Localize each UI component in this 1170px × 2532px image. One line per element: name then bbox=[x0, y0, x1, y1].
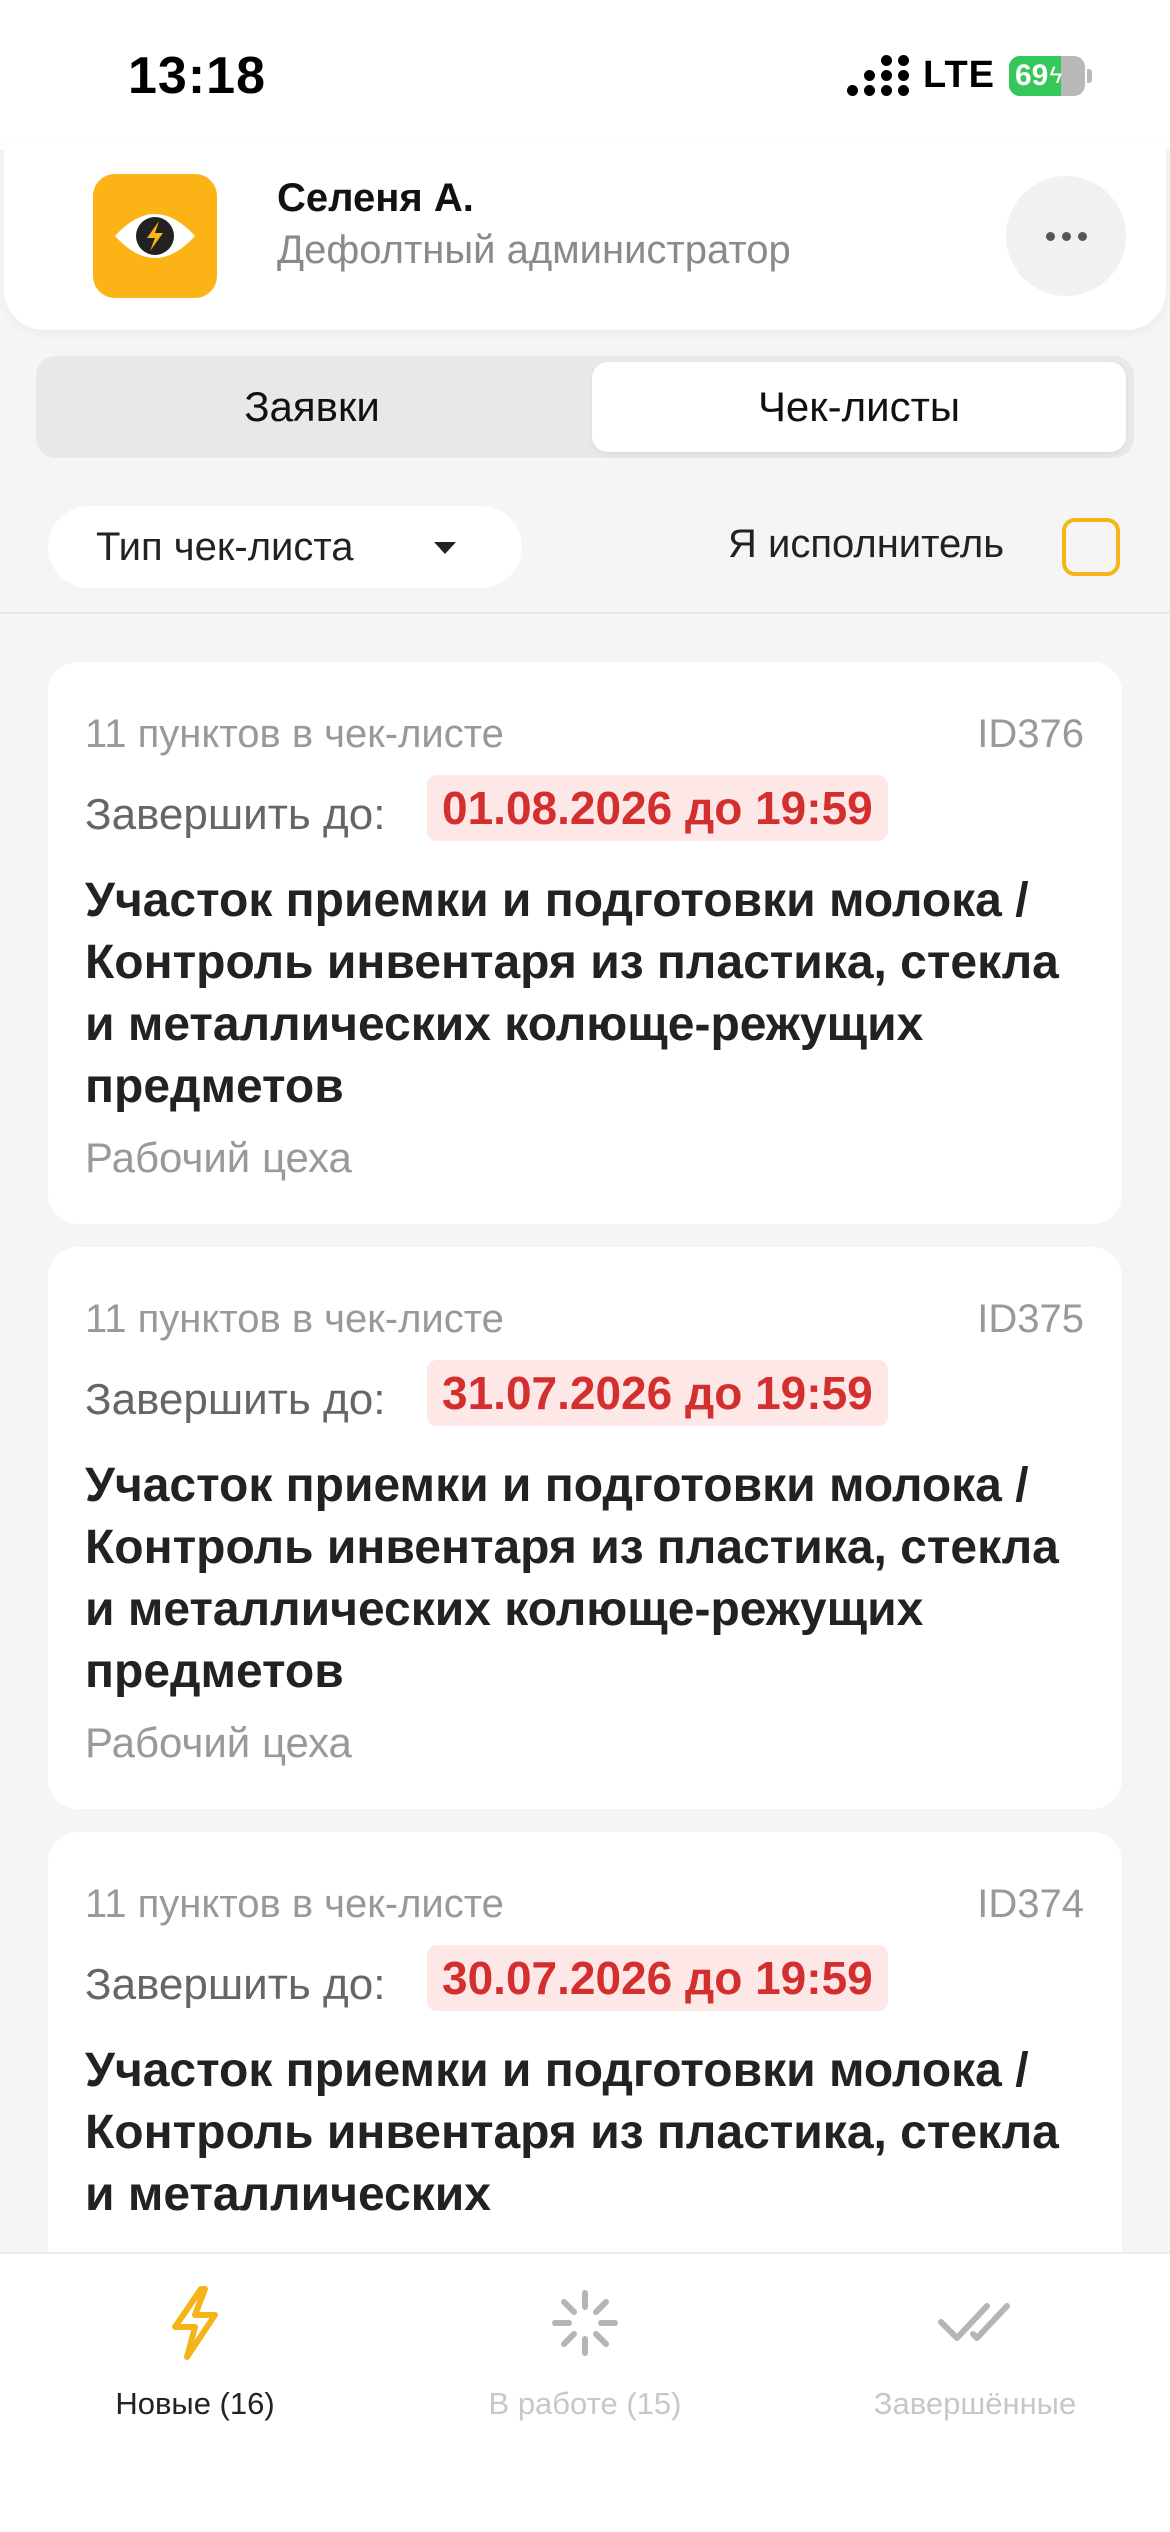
checklist-item-count: 11 пунктов в чек-листе bbox=[85, 712, 504, 756]
nav-new-label: Новые (16) bbox=[115, 2386, 275, 2421]
checklist-id: ID376 bbox=[977, 712, 1084, 756]
deadline-label: Завершить до: bbox=[85, 1375, 386, 1424]
nav-completed-label: Завершённые bbox=[873, 2386, 1077, 2421]
executor-checkbox[interactable] bbox=[1062, 518, 1120, 576]
status-bar: 13:18 LTE 69 ϟ bbox=[0, 0, 1170, 150]
charging-bolt-icon: ϟ bbox=[1049, 61, 1063, 89]
checklist-title: Участок приемки и подготовки молока / Ко… bbox=[85, 1459, 1059, 1698]
status-icons: LTE 69 ϟ bbox=[847, 54, 1092, 97]
tab-checklists[interactable]: Чек-листы bbox=[592, 362, 1126, 452]
nav-completed[interactable]: Завершённые bbox=[780, 2284, 1170, 2422]
checklist-title: Участок приемки и подготовки молока / Ко… bbox=[85, 2044, 1059, 2221]
user-role: Дефолтный администратор bbox=[277, 228, 791, 272]
checklist-title: Участок приемки и подготовки молока / Ко… bbox=[85, 874, 1059, 1113]
deadline-badge: 30.07.2026 до 19:59 bbox=[427, 1945, 888, 2011]
profile-header: Селеня А. Дефолтный администратор bbox=[4, 138, 1166, 330]
executor-filter-label: Я исполнитель bbox=[728, 522, 1005, 566]
checklist-item-count: 11 пунктов в чек-листе bbox=[85, 1297, 504, 1341]
deadline-badge: 31.07.2026 до 19:59 bbox=[427, 1360, 888, 1426]
network-type: LTE bbox=[923, 54, 995, 96]
user-name: Селеня А. bbox=[277, 176, 474, 220]
eye-lightning-icon bbox=[93, 174, 217, 298]
segmented-tabs: Заявки Чек-листы bbox=[36, 356, 1134, 458]
checklist-role: Рабочий цеха bbox=[85, 1719, 352, 1766]
checklist-item-count: 11 пунктов в чек-листе bbox=[85, 1882, 504, 1926]
more-dots-icon bbox=[1045, 231, 1055, 241]
tab-requests[interactable]: Заявки bbox=[42, 362, 582, 452]
deadline-label: Завершить до: bbox=[85, 790, 386, 839]
divider bbox=[0, 612, 1170, 614]
nav-new[interactable]: Новые (16) bbox=[0, 2284, 390, 2422]
battery-cap bbox=[1087, 68, 1092, 83]
nav-in-progress[interactable]: В работе (15) bbox=[390, 2284, 780, 2422]
double-check-icon bbox=[937, 2284, 1013, 2362]
checklist-role: Рабочий цеха bbox=[85, 1134, 352, 1181]
screen: 13:18 LTE 69 ϟ Селеня А. Дефолтный админ… bbox=[0, 0, 1170, 2532]
more-dot bbox=[1061, 231, 1071, 241]
checklist-card[interactable]: 11 пунктов в чек-листе ID376 Завершить д… bbox=[48, 662, 1122, 1224]
signal-icon bbox=[847, 55, 910, 96]
deadline-label: Завершить до: bbox=[85, 1960, 386, 2009]
bottom-tab-bar: Новые (16) В работе (15) Завершённые bbox=[0, 2252, 1170, 2532]
status-time: 13:18 bbox=[128, 47, 266, 105]
battery-percent: 69 bbox=[1015, 58, 1049, 92]
nav-in-progress-label: В работе (15) bbox=[488, 2386, 682, 2421]
caret-down-icon bbox=[434, 542, 456, 554]
checklist-id: ID374 bbox=[977, 1882, 1084, 1926]
battery-icon: 69 ϟ bbox=[1009, 55, 1085, 96]
checklist-card[interactable]: 11 пунктов в чек-листе ID375 Завершить д… bbox=[48, 1247, 1122, 1809]
spinner-icon bbox=[550, 2284, 620, 2362]
deadline-badge: 01.08.2026 до 19:59 bbox=[427, 775, 888, 841]
more-dot bbox=[1077, 231, 1087, 241]
checklist-type-label: Тип чек-листа bbox=[96, 524, 354, 569]
checklist-id: ID375 bbox=[977, 1297, 1084, 1341]
checklist-type-dropdown[interactable]: Тип чек-листа bbox=[48, 506, 522, 588]
more-button[interactable] bbox=[1006, 176, 1126, 296]
lightning-icon bbox=[165, 2284, 225, 2362]
